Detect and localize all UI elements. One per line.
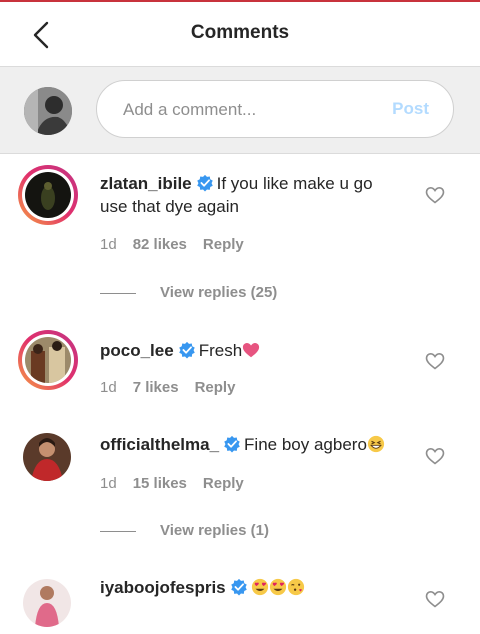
divider xyxy=(100,530,136,532)
comment-time: 1d xyxy=(100,236,117,253)
view-replies-label: View replies (25) xyxy=(160,284,278,301)
comment-input-placeholder: Add a comment... xyxy=(123,100,257,119)
comment-meta: 1d 15 likes Reply xyxy=(100,475,260,492)
comment-username[interactable]: zlatan_ibile xyxy=(100,174,192,193)
verified-badge-icon xyxy=(178,341,195,359)
comment-meta: 1d 82 likes Reply xyxy=(100,236,260,253)
reply-button[interactable]: Reply xyxy=(203,475,244,492)
comment-likes[interactable]: 15 likes xyxy=(133,475,187,492)
view-replies-button[interactable]: View replies (25) xyxy=(100,284,277,301)
avatar xyxy=(24,87,72,135)
heart-outline-icon xyxy=(425,590,445,608)
verified-badge-icon xyxy=(224,435,240,453)
view-replies-label: View replies (1) xyxy=(160,522,269,539)
verified-badge-icon xyxy=(230,578,247,596)
face-blowing-kiss-icon xyxy=(287,578,304,596)
post-button[interactable]: Post xyxy=(392,99,429,119)
view-replies-button[interactable]: View replies (1) xyxy=(100,522,269,539)
avatar[interactable] xyxy=(18,428,78,488)
like-button[interactable] xyxy=(425,447,445,465)
comment-text: poco_lee Fresh xyxy=(100,339,400,362)
like-button[interactable] xyxy=(425,590,445,608)
avatar[interactable] xyxy=(18,330,78,390)
heart-eyes-face-icon xyxy=(251,578,268,596)
comment-compose-bar: Add a comment... Post xyxy=(0,66,480,154)
heart-outline-icon xyxy=(425,352,445,370)
comment-input[interactable]: Add a comment... Post xyxy=(96,80,454,138)
avatar[interactable] xyxy=(18,165,78,225)
reply-button[interactable]: Reply xyxy=(195,379,236,396)
heart-outline-icon xyxy=(425,447,445,465)
comment-text: iyaboojofespris xyxy=(100,576,400,599)
heart-eyes-face-icon xyxy=(269,578,286,596)
like-button[interactable] xyxy=(425,352,445,370)
divider xyxy=(100,292,136,294)
comment-time: 1d xyxy=(100,475,117,492)
like-button[interactable] xyxy=(425,186,445,204)
comment-likes[interactable]: 7 likes xyxy=(133,379,179,396)
grinning-squinting-face-icon xyxy=(367,435,385,453)
comment-username[interactable]: officialthelma_ xyxy=(100,435,219,454)
avatar[interactable] xyxy=(18,574,78,634)
verified-badge-icon xyxy=(196,174,213,192)
comment-body: Fine boy agbero xyxy=(244,435,367,454)
heart-outline-icon xyxy=(425,186,445,204)
comment-username[interactable]: iyaboojofespris xyxy=(100,578,226,597)
reply-button[interactable]: Reply xyxy=(203,236,244,253)
comment-time: 1d xyxy=(100,379,117,396)
comment-text: zlatan_ibile If you like make u go use th… xyxy=(100,172,400,218)
comment-username[interactable]: poco_lee xyxy=(100,341,174,360)
heart-emoji-icon xyxy=(243,342,260,358)
header-bar: Comments xyxy=(0,2,480,66)
comment-likes[interactable]: 82 likes xyxy=(133,236,187,253)
comment-meta: 1d 7 likes Reply xyxy=(100,379,251,396)
comment-body: Fresh xyxy=(198,341,243,360)
page-title: Comments xyxy=(190,22,290,43)
comment-text: officialthelma_ Fine boy agbero xyxy=(100,433,400,456)
